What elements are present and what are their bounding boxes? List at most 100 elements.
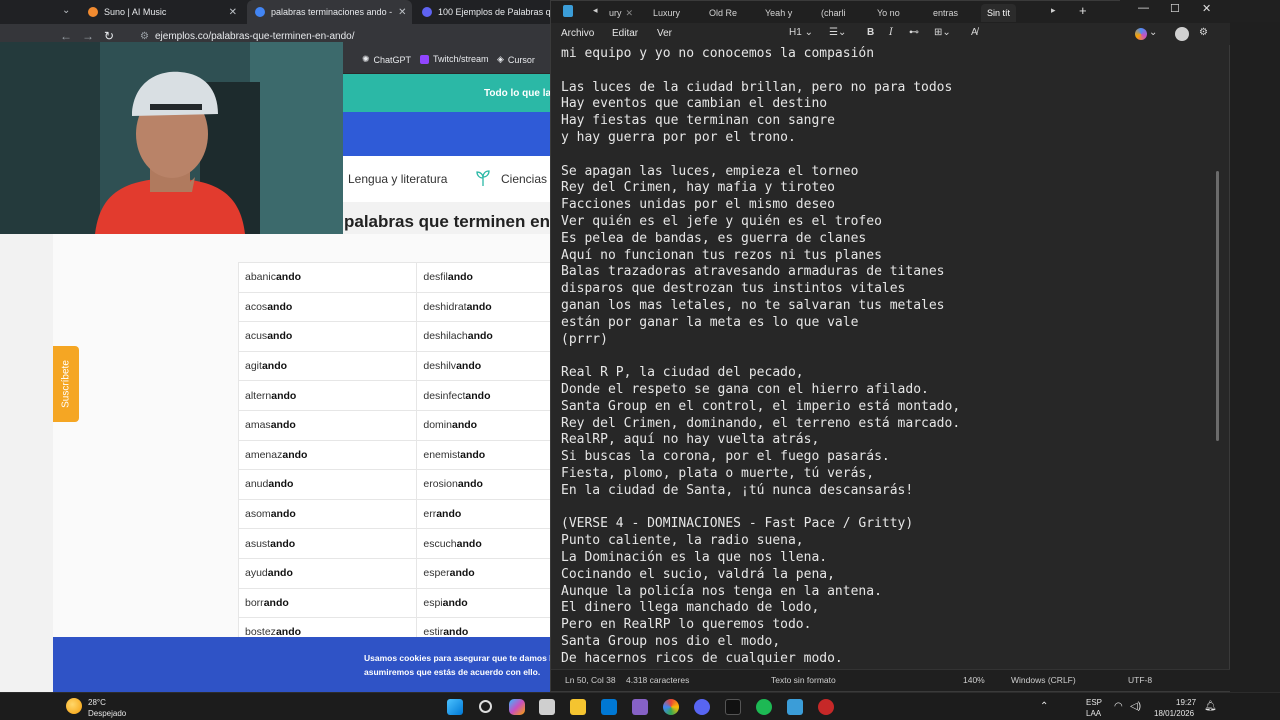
store-icon[interactable] xyxy=(539,699,555,715)
chrome-icon[interactable] xyxy=(663,699,679,715)
word-suffix: ando xyxy=(282,448,308,461)
np-tab[interactable]: Yeah y xyxy=(765,4,792,22)
list-icon[interactable]: ☰⌄ xyxy=(829,27,846,38)
np-tab[interactable]: Yo no xyxy=(877,4,900,22)
menu-ver[interactable]: Ver xyxy=(657,28,672,39)
clock-date[interactable]: 18/01/2026 xyxy=(1154,709,1194,718)
table-row: ayudando esperando xyxy=(237,557,560,589)
notepad-taskbar-icon[interactable] xyxy=(787,699,803,715)
notepad-text-area[interactable]: mi equipo y yo no conocemos la compasión… xyxy=(561,46,1216,666)
np-tab[interactable]: entras xyxy=(933,4,958,22)
scrollbar-thumb[interactable] xyxy=(1216,171,1219,441)
close-icon[interactable]: ✕ xyxy=(229,7,237,18)
scroll-tabs-right-icon[interactable]: ▸ xyxy=(1051,5,1056,16)
spotify-icon[interactable] xyxy=(756,699,772,715)
chevron-down-icon[interactable]: ⌄ xyxy=(1149,27,1157,38)
chevron-up-icon[interactable]: ⌃ xyxy=(1040,701,1048,712)
settings-gear-icon[interactable]: ⚙ xyxy=(1199,27,1208,38)
copilot-icon[interactable] xyxy=(1135,28,1147,40)
bookmark-cursor[interactable]: ◈ Cursor xyxy=(497,54,535,65)
word-stem: ayud xyxy=(245,567,268,580)
capcut-icon[interactable] xyxy=(725,699,741,715)
taskbar: 28°C Despejado ⌃ ESP LAA ◠ ◁) 19:27 18/0… xyxy=(0,692,1280,720)
vscode-icon[interactable] xyxy=(601,699,617,715)
maximize-icon[interactable]: ☐ xyxy=(1170,2,1180,15)
clear-format-icon[interactable]: A̸ xyxy=(971,27,978,38)
copilot-taskbar-icon[interactable] xyxy=(509,699,525,715)
word-stem: erosion xyxy=(423,478,458,491)
wifi-icon[interactable]: ◠ xyxy=(1114,701,1123,712)
bookmark-chatgpt[interactable]: ✺ ChatGPT xyxy=(362,54,411,65)
np-tab-label: ury xyxy=(609,8,622,18)
word-suffix: ando xyxy=(268,478,294,491)
menu-archivo[interactable]: Archivo xyxy=(561,28,594,39)
table-row: amenazando enemistando xyxy=(237,439,560,471)
reload-icon[interactable]: ↻ xyxy=(104,29,114,43)
weather-icon[interactable] xyxy=(66,698,82,714)
np-tab-active[interactable]: Sin tít xyxy=(981,4,1017,22)
np-tab-label: Sin tít xyxy=(987,8,1011,18)
close-icon[interactable]: ✕ xyxy=(626,8,634,19)
table-row: borrando espiando xyxy=(237,587,560,619)
bookmark-twitch[interactable]: Twitch/stream xyxy=(420,54,489,64)
close-window-icon[interactable]: ✕ xyxy=(1202,2,1211,15)
word-suffix: ando xyxy=(267,330,293,343)
np-tab[interactable]: Old Re xyxy=(709,4,737,22)
word-stem: altern xyxy=(245,389,272,402)
word-suffix: ando xyxy=(267,567,293,580)
obs-icon[interactable] xyxy=(818,699,834,715)
text-line: (prrr) xyxy=(561,331,608,347)
clock-time[interactable]: 19:27 xyxy=(1176,698,1196,707)
menu-editar[interactable]: Editar xyxy=(612,28,638,39)
np-tab-label: (charli xyxy=(821,8,846,18)
subscribe-button[interactable]: Suscríbete xyxy=(53,346,79,422)
table-row: abanicando desfilando xyxy=(237,262,560,293)
bookmark-label: Twitch/stream xyxy=(433,54,489,64)
file-explorer-icon[interactable] xyxy=(570,699,586,715)
browser-tab-google[interactable]: palabras terminaciones ando - ✕ xyxy=(247,0,412,24)
text-line: La Dominación es la que nos llena. xyxy=(561,549,828,565)
zoom-level[interactable]: 140% xyxy=(963,675,985,685)
np-tab-label: entras xyxy=(933,8,959,18)
link-icon[interactable]: ⊷ xyxy=(909,27,919,38)
input-lang[interactable]: ESP xyxy=(1086,698,1102,707)
volume-icon[interactable]: ◁) xyxy=(1130,701,1141,712)
np-tab[interactable]: (charli xyxy=(821,4,846,22)
nav-ciencias[interactable]: Ciencias xyxy=(501,172,547,186)
text-line xyxy=(561,147,1216,164)
word-cell: acusando xyxy=(237,321,418,352)
line-ending[interactable]: Windows (CRLF) xyxy=(1011,675,1076,685)
back-icon[interactable]: ← xyxy=(60,29,72,43)
nav-lengua-literatura[interactable]: Lengua y literatura xyxy=(348,172,447,186)
word-cell: ayudando xyxy=(237,557,418,589)
discord-icon[interactable] xyxy=(694,699,710,715)
format-status[interactable]: Texto sin formato xyxy=(771,675,836,685)
text-line: Hay eventos que cambian el destino xyxy=(561,96,828,112)
visual-studio-icon[interactable] xyxy=(632,699,648,715)
top-banner[interactable]: Todo lo que la xyxy=(343,74,560,112)
browser-tab-ejemplos[interactable]: 100 Ejemplos de Palabras que xyxy=(414,0,560,24)
browser-tab-suno[interactable]: Suno | AI Music ✕ xyxy=(80,0,245,24)
text-line: Las luces de la ciudad brillan, pero no … xyxy=(561,79,953,95)
forward-icon[interactable]: → xyxy=(82,29,94,43)
account-avatar-icon[interactable] xyxy=(1175,27,1189,41)
bold-icon[interactable]: B xyxy=(867,27,874,38)
notifications-icon[interactable]: 🔔︎ xyxy=(1204,701,1217,712)
new-tab-icon[interactable]: + xyxy=(1079,3,1087,18)
italic-icon[interactable]: I xyxy=(889,27,893,38)
table-icon[interactable]: ⊞⌄ xyxy=(934,27,951,38)
minimize-icon[interactable]: — xyxy=(1138,2,1149,14)
search-icon[interactable] xyxy=(479,700,492,713)
table-row: anudando erosionando xyxy=(237,469,560,500)
np-tab[interactable]: ury ✕ xyxy=(609,4,633,22)
tab-list-icon[interactable]: ⌄ xyxy=(62,5,70,16)
table-row: acosando deshidratando xyxy=(237,291,560,323)
site-info-icon[interactable]: ⚙ xyxy=(140,31,149,42)
np-tab[interactable]: Luxury xyxy=(653,4,680,22)
heading-dropdown[interactable]: H1 ⌄ xyxy=(789,27,813,38)
scroll-tabs-left-icon[interactable]: ◂ xyxy=(593,5,598,16)
google-favicon-icon xyxy=(255,7,265,17)
close-icon[interactable]: ✕ xyxy=(398,7,406,18)
start-icon[interactable] xyxy=(447,699,463,715)
encoding[interactable]: UTF-8 xyxy=(1128,675,1152,685)
